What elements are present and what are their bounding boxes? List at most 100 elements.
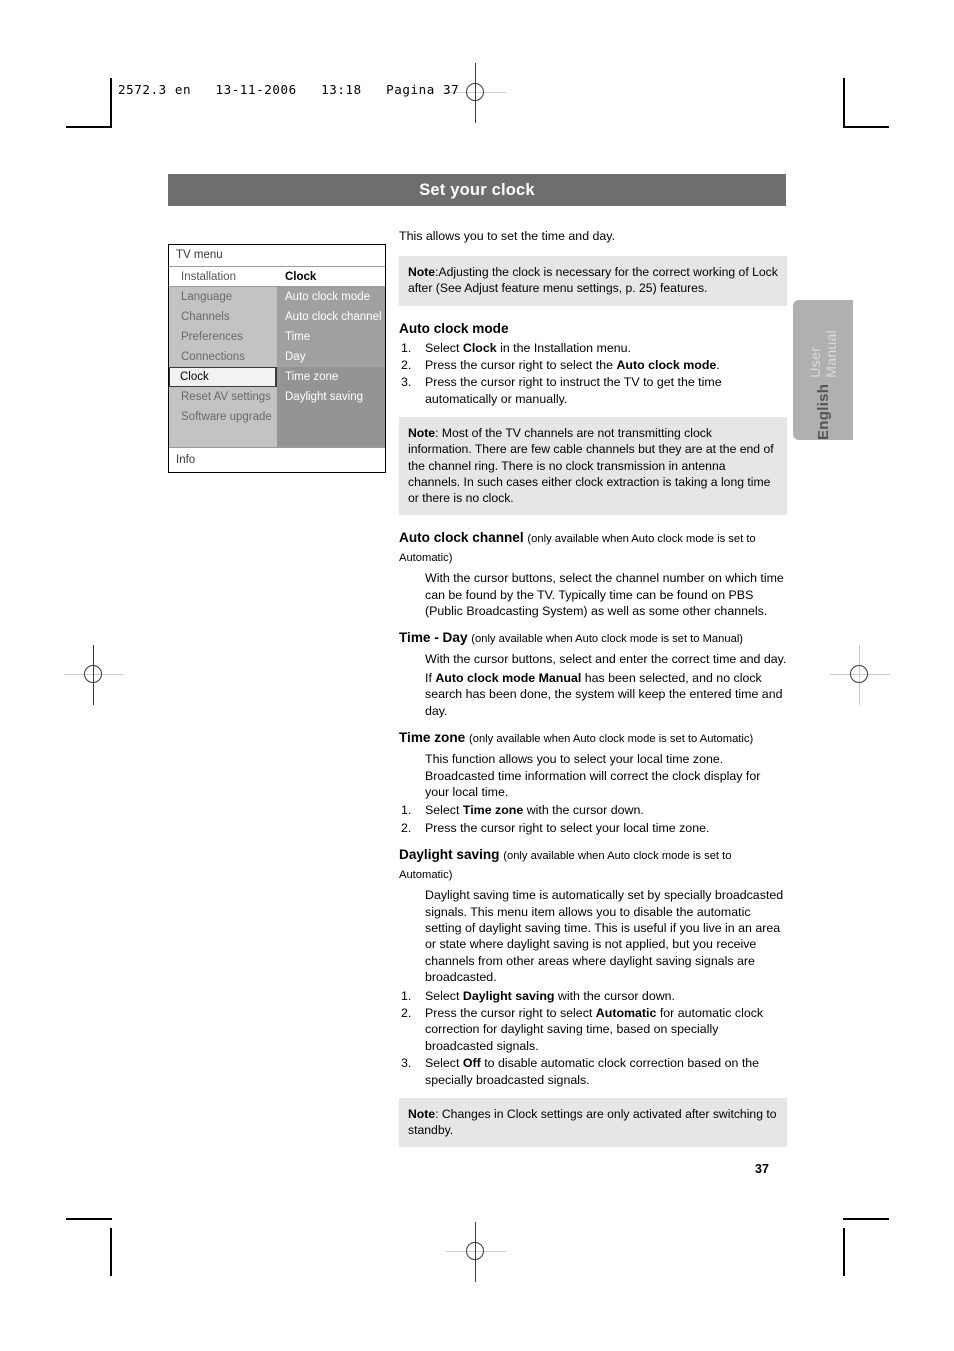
note-text: : Changes in Clock settings are only act…	[408, 1107, 777, 1138]
crop-mark-bottom-right-vertical	[843, 1228, 845, 1276]
note-text: : Most of the TV channels are not transm…	[408, 426, 774, 506]
tv-menu-submenu-blank-2	[277, 427, 385, 447]
tv-menu-submenu-auto-clock-mode: Auto clock mode	[277, 287, 385, 307]
step-item: 1. Select Time zone with the cursor down.	[399, 802, 787, 818]
step-number: 2.	[401, 358, 412, 373]
tv-menu-submenu-time: Time	[277, 327, 385, 347]
paragraph-daylight-saving: Daylight saving time is automatically se…	[425, 888, 784, 985]
step-text-post: in the Installation menu.	[496, 340, 631, 355]
section-heading-text: Daylight saving	[399, 847, 500, 863]
page-title: Set your clock	[419, 180, 535, 199]
step-text-bold: Clock	[462, 340, 497, 355]
registration-mark-left	[64, 645, 124, 705]
step-text-post: .	[716, 358, 720, 373]
section-heading-time-zone: Time zone (only available when Auto cloc…	[399, 729, 787, 748]
steps-auto-clock-mode: 1. Select Clock in the Installation menu.…	[399, 340, 787, 408]
note-text: :Adjusting the clock is necessary for th…	[408, 265, 778, 296]
tv-menu-title: TV menu	[169, 245, 385, 267]
step-number: 3.	[401, 375, 412, 390]
language-side-tab-inner: English User Manual	[793, 300, 853, 440]
step-number: 1.	[401, 988, 412, 1003]
step-text-pre: Press the cursor right to instruct the T…	[425, 375, 722, 406]
page-number: 37	[755, 1162, 769, 1176]
crop-mark-top-right-vertical	[843, 78, 845, 126]
tv-menu-item-software-upgrade: Software upgrade	[169, 407, 277, 427]
step-text-pre: Select	[425, 803, 463, 818]
paragraph-time-day-1: With the cursor buttons, select and ente…	[425, 652, 787, 667]
registration-mark-right	[830, 645, 890, 705]
crop-mark-bottom-left-vertical	[110, 1228, 112, 1276]
tv-menu-item-blank	[169, 427, 277, 447]
step-item: 3. Press the cursor right to instruct the…	[399, 374, 787, 407]
tv-menu-info-bar: Info	[169, 447, 385, 472]
section-heading-text: Auto clock channel	[399, 530, 524, 546]
steps-daylight-saving: 1. Select Daylight saving with the cursor…	[399, 988, 787, 1088]
note-box-bottom: Note: Changes in Clock settings are only…	[399, 1098, 787, 1148]
section-heading-time-day: Time - Day (only available when Auto clo…	[399, 629, 787, 648]
page-title-bar: Set your clock	[168, 174, 786, 206]
paragraph-pre: If	[425, 670, 436, 685]
step-number: 1.	[401, 803, 412, 818]
step-text-pre: Press the cursor right to select	[425, 1005, 596, 1020]
section-heading-daylight-saving: Daylight saving (only available when Aut…	[399, 846, 787, 884]
tv-menu-submenu-auto-clock-channel: Auto clock channel	[277, 307, 385, 327]
note-label: Note	[408, 1107, 436, 1121]
registration-mark-circle	[850, 665, 868, 683]
note-label: Note	[408, 426, 436, 441]
section-heading-auto-clock-channel: Auto clock channel (only available when …	[399, 529, 787, 567]
paragraph-time-zone: This function allows you to select your …	[425, 752, 761, 799]
step-text-bold: Automatic	[595, 1005, 657, 1020]
paragraph-auto-clock-channel: With the cursor buttons, select the chan…	[425, 571, 784, 619]
step-number: 3.	[401, 1056, 412, 1071]
step-item: 1. Select Daylight saving with the cursor…	[399, 988, 787, 1004]
registration-mark-circle	[466, 1242, 484, 1260]
section-heading-text: Time - Day	[399, 630, 468, 646]
section-heading-auto-clock-mode: Auto clock mode	[399, 320, 509, 336]
crop-mark-bottom-right-horizontal	[843, 1218, 889, 1220]
registration-mark-circle	[84, 665, 102, 683]
step-text-bold: Auto clock mode	[616, 358, 717, 373]
tv-menu-item-installation: Installation	[169, 267, 277, 287]
tv-menu-item-channels: Channels	[169, 307, 277, 327]
step-text-pre: Press the cursor right to select the	[425, 358, 617, 373]
step-number: 2.	[401, 820, 412, 835]
step-item: 2. Press the cursor right to select your …	[399, 820, 787, 836]
step-item: 1. Select Clock in the Installation menu.	[399, 340, 787, 356]
paragraph-bold: Auto clock mode Manual	[435, 670, 582, 685]
section-qualifier: (only available when Auto clock mode is …	[469, 733, 754, 746]
tv-menu-item-connections: Connections	[169, 347, 277, 367]
tv-menu-columns: Installation Language Channels Preferenc…	[169, 267, 385, 447]
crop-mark-top-left-vertical	[110, 78, 112, 126]
note-box-auto-clock-mode: Note: Most of the TV channels are not tr…	[399, 417, 787, 516]
tv-menu-item-language: Language	[169, 287, 277, 307]
step-text-post: with the cursor down.	[523, 803, 644, 818]
step-text-post: with the cursor down.	[554, 988, 675, 1003]
tv-menu-submenu-time-zone: Time zone	[277, 367, 385, 387]
crop-mark-bottom-left-horizontal	[66, 1218, 112, 1220]
tv-menu-submenu-daylight-saving: Daylight saving	[277, 387, 385, 407]
side-tab-language-label: English	[814, 383, 832, 440]
step-text-pre: Select	[425, 1056, 463, 1071]
note-label: Note	[408, 265, 436, 280]
note-box-top: Note:Adjusting the clock is necessary fo…	[399, 256, 787, 306]
step-text-pre: Select	[425, 988, 463, 1003]
tv-menu-submenu-blank-1	[277, 407, 385, 427]
tv-menu-item-preferences: Preferences	[169, 327, 277, 347]
page-canvas: 2572.3 en 13-11-2006 13:18 Pagina 37 Set…	[0, 0, 954, 1351]
side-tab-manual-label: User Manual	[807, 330, 839, 378]
step-text-bold: Daylight saving	[462, 988, 555, 1003]
tv-menu-item-clock-selected: Clock	[169, 367, 277, 387]
step-item: 2. Press the cursor right to select the A…	[399, 357, 787, 373]
step-text-bold: Off	[462, 1056, 481, 1071]
steps-time-zone: 1. Select Time zone with the cursor down.…	[399, 802, 787, 836]
tv-menu-submenu-title-clock: Clock	[277, 267, 385, 287]
prepress-slug-text: 2572.3 en 13-11-2006 13:18 Pagina 37	[118, 82, 460, 97]
section-qualifier: (only available when Auto clock mode is …	[471, 633, 744, 646]
tv-menu-right-column: Clock Auto clock mode Auto clock channel…	[277, 267, 385, 447]
step-number: 2.	[401, 1005, 412, 1020]
step-text-bold: Time zone	[462, 803, 524, 818]
tv-menu-item-reset-av-settings: Reset AV settings	[169, 387, 277, 407]
crop-mark-top-left-horizontal	[66, 126, 112, 128]
intro-paragraph: This allows you to set the time and day.	[399, 229, 616, 243]
tv-menu-left-column: Installation Language Channels Preferenc…	[169, 267, 277, 447]
